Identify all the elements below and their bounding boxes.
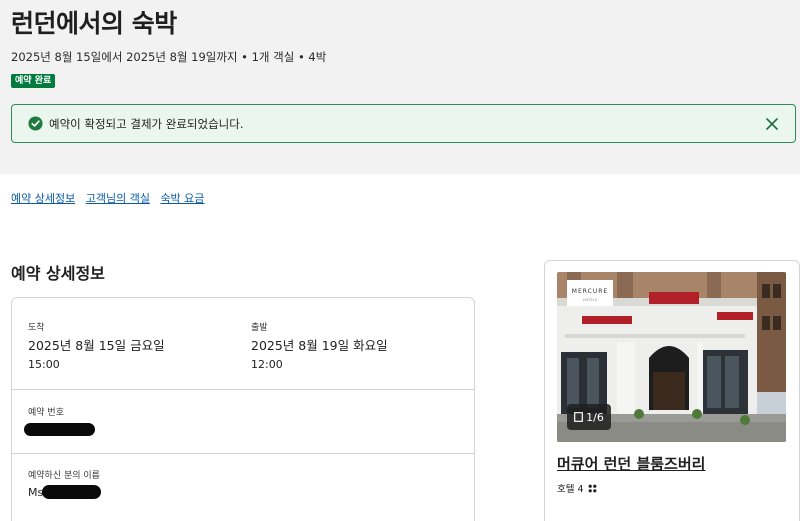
gallery-icon bbox=[574, 412, 584, 422]
divider bbox=[12, 453, 474, 454]
hotel-type-text: 호텔 4 bbox=[557, 484, 584, 495]
hotel-photo[interactable]: MERCURE HOTELS 1/6 bbox=[557, 272, 786, 442]
hotel-logo-text: MERCURE bbox=[572, 288, 608, 295]
section-title: 예약 상세정보 bbox=[11, 264, 105, 283]
booking-details-card: 도착 2025년 8월 15일 금요일 15:00 출발 2025년 8월 19… bbox=[11, 297, 475, 521]
hotel-type: 호텔 4 bbox=[557, 481, 597, 495]
page-title: 런던에서의 숙박 bbox=[11, 9, 177, 38]
hotel-logo-subtext: HOTELS bbox=[583, 298, 598, 302]
check-circle-icon bbox=[28, 116, 43, 131]
anchor-link-details[interactable]: 예약 상세정보 bbox=[11, 192, 75, 205]
redacted-booking-number bbox=[24, 423, 95, 436]
checkout-date: 2025년 8월 19일 화요일 bbox=[251, 338, 388, 353]
guest-name-prefix: Ms bbox=[28, 486, 44, 499]
checkin-label: 도착 bbox=[28, 323, 45, 333]
photo-counter-button[interactable]: 1/6 bbox=[567, 404, 611, 430]
header-area: 런던에서의 숙박 2025년 8월 15일에서 2025년 8월 19일까지 •… bbox=[0, 0, 800, 174]
guest-name-label: 예약하신 분의 이름 bbox=[28, 471, 100, 481]
confirmation-alert: 예약이 확정되고 결제가 완료되었습니다. bbox=[11, 104, 796, 143]
checkin-time: 15:00 bbox=[28, 358, 60, 371]
hotel-card: MERCURE HOTELS 1/6 머큐어 런던 블룸즈버리 호텔 4 bbox=[544, 260, 800, 521]
divider bbox=[12, 389, 474, 390]
booking-number-label: 예약 번호 bbox=[28, 408, 64, 418]
stay-summary: 2025년 8월 15일에서 2025년 8월 19일까지 • 1개 객실 • … bbox=[11, 50, 327, 64]
checkout-time: 12:00 bbox=[251, 358, 283, 371]
checkout-label: 출발 bbox=[251, 323, 268, 333]
status-badge: 예약 완료 bbox=[11, 74, 56, 88]
anchor-link-rooms[interactable]: 고객님의 객실 bbox=[86, 192, 150, 205]
redacted-guest-name bbox=[42, 485, 101, 499]
hotel-name-link[interactable]: 머큐어 런던 블룸즈버리 bbox=[557, 453, 705, 474]
checkin-date: 2025년 8월 15일 금요일 bbox=[28, 338, 165, 353]
section-anchor-nav: 예약 상세정보 고객님의 객실 숙박 요금 bbox=[11, 190, 211, 206]
alert-message: 예약이 확정되고 결제가 완료되었습니다. bbox=[49, 117, 244, 131]
close-icon[interactable] bbox=[762, 114, 782, 134]
anchor-link-price[interactable]: 숙박 요금 bbox=[160, 192, 204, 205]
photo-counter-text: 1/6 bbox=[586, 410, 604, 424]
rating-dots-icon bbox=[588, 484, 596, 492]
